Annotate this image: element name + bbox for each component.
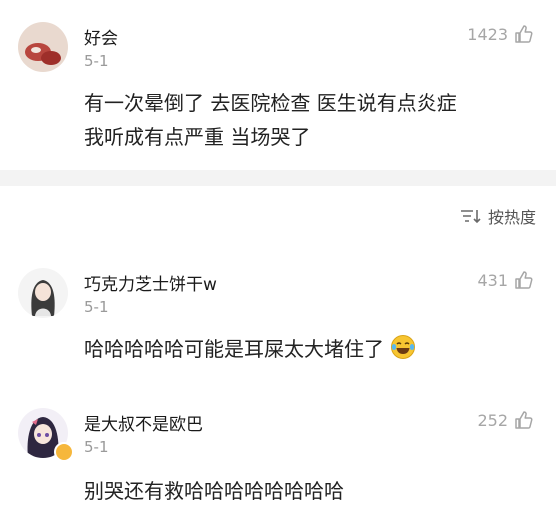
comment-date: 5-1 [84, 298, 109, 316]
comment-date: 5-1 [84, 52, 109, 70]
comment-item: 巧克力芝士饼干w 5-1 431 哈哈哈哈哈可能是耳屎太大堵住了 [0, 250, 556, 380]
section-divider [0, 170, 556, 186]
comment-text: 有一次晕倒了 去医院检查 医生说有点炎症 我听成有点严重 当场哭了 [84, 86, 457, 154]
like-button[interactable]: 252 [477, 410, 534, 430]
like-count: 431 [477, 270, 508, 290]
avatar[interactable] [18, 268, 68, 318]
comment-item: 是大叔不是欧巴 5-1 252 别哭还有救哈哈哈哈哈哈哈哈 [0, 400, 556, 516]
thumbs-up-icon [515, 25, 533, 43]
username[interactable]: 是大叔不是欧巴 [84, 410, 203, 435]
comment-text-line: 哈哈哈哈哈可能是耳屎太大堵住了 [84, 337, 384, 361]
comment-text-line: 别哭还有救哈哈哈哈哈哈哈哈 [84, 479, 344, 503]
verified-badge-icon [54, 442, 74, 462]
like-button[interactable]: 431 [477, 270, 534, 290]
sort-icon [460, 210, 481, 224]
sort-label: 按热度 [487, 208, 536, 227]
like-count: 252 [477, 410, 508, 430]
comment-date: 5-1 [84, 438, 109, 456]
username[interactable]: 好会 [84, 24, 118, 49]
comment-text: 哈哈哈哈哈可能是耳屎太大堵住了 [84, 332, 416, 366]
avatar[interactable] [18, 22, 68, 72]
like-count: 1423 [467, 24, 508, 44]
comment-text-line: 我听成有点严重 当场哭了 [84, 125, 311, 149]
comment-item: 好会 5-1 1423 有一次晕倒了 去医院检查 医生说有点炎症 我听成有点严重… [0, 0, 556, 170]
comment-text: 别哭还有救哈哈哈哈哈哈哈哈 [84, 474, 344, 508]
like-button[interactable]: 1423 [467, 24, 534, 44]
comment-text-line: 有一次晕倒了 去医院检查 医生说有点炎症 [84, 91, 457, 115]
laughing-tears-emoji [391, 335, 416, 359]
sort-by-hot-button[interactable]: 按热度 [460, 204, 536, 228]
username[interactable]: 巧克力芝士饼干w [84, 270, 217, 295]
thumbs-up-icon [515, 411, 533, 429]
thumbs-up-icon [515, 271, 533, 289]
